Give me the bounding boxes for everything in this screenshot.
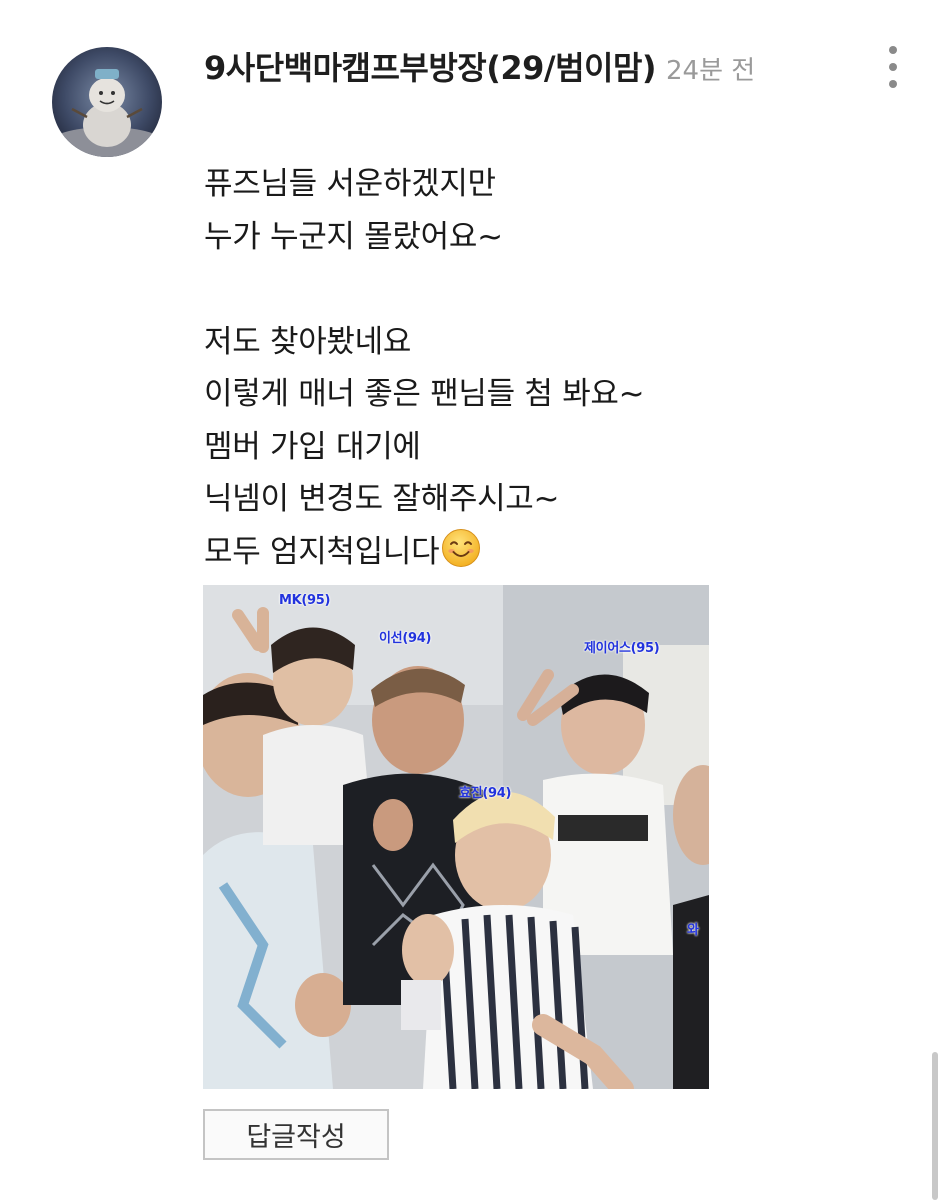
comment-time: 24분 전 xyxy=(666,56,756,86)
photo-member-label: 제이어스(95) xyxy=(584,641,660,656)
more-vertical-icon-dot xyxy=(889,80,897,88)
more-options-button[interactable] xyxy=(876,42,910,92)
more-vertical-icon xyxy=(889,46,897,54)
scrollbar-thumb[interactable] xyxy=(932,1052,938,1200)
author-name[interactable]: 9사단백마캠프부방장(29/범이맘) xyxy=(204,49,657,87)
smiling-face-icon xyxy=(441,528,481,585)
attached-photo[interactable]: MK(95) 이선(94) 제이어스(95) 효진(94) 와 xyxy=(203,585,709,1089)
comment-line: 닉넴이 변경도 잘해주시고~ xyxy=(204,481,560,517)
photo-member-label: 이선(94) xyxy=(379,631,432,646)
comment-line: 이렇게 매너 좋은 팬님들 첨 봐요~ xyxy=(204,376,645,412)
comment-line: 멤버 가입 대기에 xyxy=(204,428,421,465)
snowman-avatar-icon xyxy=(52,47,162,157)
photo-member-label: MK(95) xyxy=(279,593,331,608)
comment-header: 9사단백마캠프부방장(29/범이맘) 24분 전 xyxy=(204,44,844,98)
group-photo-image xyxy=(203,585,709,1089)
comment-line xyxy=(204,263,904,316)
write-reply-button[interactable]: 답글작성 xyxy=(203,1109,389,1160)
comment-body: 퓨즈님들 서운하겠지만 누가 누군지 몰랐어요~ 저도 찾아봤네요 이렇게 매너… xyxy=(204,158,904,578)
photo-member-label: 와 xyxy=(687,923,699,938)
author-avatar[interactable] xyxy=(52,47,162,157)
comment-line: 퓨즈님들 서운하겠지만 xyxy=(204,166,496,202)
comment-screen: 9사단백마캠프부방장(29/범이맘) 24분 전 퓨즈님들 서운하겠지만 누가 누… xyxy=(0,0,948,1200)
comment-line: 누가 누군지 몰랐어요~ xyxy=(204,218,503,255)
comment-line: 저도 찾아봤네요 xyxy=(204,323,412,360)
comment-line: 모두 엄지척입니다 xyxy=(204,533,440,570)
comment-last-line: 모두 엄지척입니다 xyxy=(204,526,904,579)
more-vertical-icon-dot xyxy=(889,63,897,71)
photo-member-label: 효진(94) xyxy=(459,786,512,801)
